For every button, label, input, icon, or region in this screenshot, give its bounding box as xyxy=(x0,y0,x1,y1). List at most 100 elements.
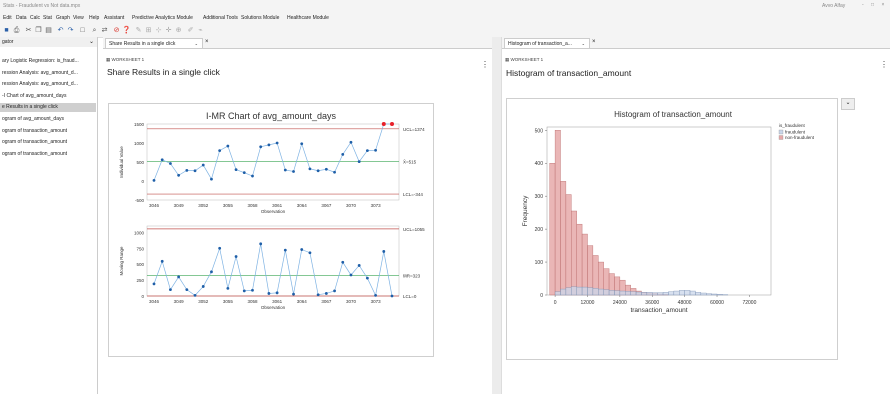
menu-predictive-analytics[interactable]: Predictive Analytics Module xyxy=(132,15,193,21)
mr-chart-x-axis-label: Observation xyxy=(261,305,286,310)
mr-chart-data-point xyxy=(259,242,263,246)
worksheet-label-text: WORKSHEET 1 xyxy=(510,57,544,62)
tab-share-results[interactable]: Share Results in a single click ⌄ xyxy=(105,38,203,48)
i-chart-data-point xyxy=(259,145,263,149)
edit-annotation-icon[interactable]: ✐ xyxy=(186,26,195,35)
menu-view[interactable]: View xyxy=(73,15,84,21)
mr-chart-x-tick-label: 3073 xyxy=(371,299,382,304)
mr-chart-data-point xyxy=(152,282,156,286)
histogram-card[interactable]: Histogram of transaction_amount 0 100 200 3… xyxy=(506,98,838,360)
paste-icon[interactable]: ▤ xyxy=(44,26,53,35)
tab-strip: Share Results in a single click ⌄ × xyxy=(103,37,492,49)
chevron-down-icon[interactable]: ⌄ xyxy=(89,38,94,45)
cut-icon[interactable]: ✂ xyxy=(24,26,33,35)
i-chart-data-point xyxy=(349,140,353,144)
imr-chart-card[interactable]: I-MR Chart of avg_amount_days 1500 1000 50… xyxy=(108,103,434,357)
histogram-bar-fraudulent xyxy=(603,289,610,296)
histogram-bar-non-fraudulent xyxy=(581,233,588,296)
menu-data[interactable]: Data xyxy=(16,15,27,21)
i-chart-data-point xyxy=(324,167,328,171)
navigator-item[interactable]: -I Chart of avg_amount_days xyxy=(0,92,96,101)
mr-chart-data-point xyxy=(382,250,386,253)
i-chart-x-tick-label: 3070 xyxy=(346,203,357,208)
histogram-bar-fraudulent xyxy=(560,288,567,296)
worksheet-label-text: WORKSHEET 1 xyxy=(111,57,145,62)
copy-icon[interactable]: ❐ xyxy=(34,26,43,35)
navigator-item[interactable]: ogram of transaction_amount xyxy=(0,150,96,159)
navigator-item[interactable]: ogram of avg_amount_days xyxy=(0,115,96,124)
mr-chart-y-tick-label: 500 xyxy=(136,262,144,267)
i-chart-data-point xyxy=(193,169,197,173)
chevron-down-icon[interactable]: ⌄ xyxy=(582,39,585,48)
brush-icon[interactable]: ✎ xyxy=(134,26,143,35)
brush-select-icon[interactable]: ⊹ xyxy=(154,26,163,35)
navigator-item[interactable]: ogram of transaction_amount xyxy=(0,138,96,147)
y-tick-label: 0 xyxy=(540,293,543,299)
undo-icon[interactable]: ↶ xyxy=(56,26,65,35)
histogram-bar-non-fraudulent xyxy=(549,163,556,296)
menu-edit[interactable]: Edit xyxy=(3,15,12,21)
navigator-item-selected[interactable]: e Results in a single click xyxy=(0,103,96,112)
menu-additional-tools[interactable]: Additional Tools xyxy=(203,15,238,21)
navigator-item[interactable]: ogram of transaction_amount xyxy=(0,127,96,136)
x-tick-label: 24000 xyxy=(613,300,627,306)
tab-histogram[interactable]: Histogram of transaction_a... ⌄ xyxy=(504,38,590,48)
expand-button[interactable]: ⌄ xyxy=(841,98,855,110)
x-tick-label: 36000 xyxy=(645,300,659,306)
mr-chart-x-tick-label: 3064 xyxy=(297,299,308,304)
user-name[interactable]: Avvo Alfay xyxy=(822,3,845,9)
save-icon[interactable]: ■ xyxy=(2,26,11,35)
pane-splitter[interactable] xyxy=(492,37,501,394)
stop-icon[interactable]: ⊘ xyxy=(112,26,121,35)
legend-title: is_fraudulent xyxy=(779,123,806,128)
menu-stat[interactable]: Stat xyxy=(43,15,52,21)
i-chart-data-point xyxy=(169,162,172,165)
window-controls[interactable]: - □ × xyxy=(862,2,887,8)
tab-strip: Histogram of transaction_a... ⌄ × xyxy=(502,37,890,49)
zoom-icon[interactable]: ⊕ xyxy=(174,26,183,35)
more-options-icon[interactable]: ⋮ xyxy=(481,60,489,69)
crosshair-icon[interactable]: ✛ xyxy=(164,26,173,35)
graph-edit-icon[interactable]: ⊞ xyxy=(144,26,153,35)
menu-assistant[interactable]: Assistant xyxy=(104,15,124,21)
window-icon[interactable]: □ xyxy=(78,26,87,35)
navigator-item[interactable]: ression Analysis: avg_amount_d... xyxy=(0,80,96,89)
tab-label: Share Results in a single click xyxy=(109,41,176,47)
x-tick-label: 12000 xyxy=(581,300,595,306)
histogram-bar-fraudulent xyxy=(581,286,588,296)
menu-help[interactable]: Help xyxy=(89,15,99,21)
mr-chart-ucl-label: UCL=1055 xyxy=(403,227,425,232)
navigator-item[interactable]: ression Analysis: avg_amount_d... xyxy=(0,69,96,78)
print-icon[interactable]: ⎙ xyxy=(12,26,21,35)
toolbar: ■ ⎙ ✂ ❐ ▤ ↶ ↷ □ ⌕ ⇄ ⊘ ❓ ✎ ⊞ ⊹ ✛ ⊕ ✐ ⌁ xyxy=(0,24,890,38)
window-title: Stats - Fraudulent vs Not data.mpx xyxy=(3,3,81,9)
menu-calc[interactable]: Calc xyxy=(30,15,40,21)
chevron-down-icon[interactable]: ⌄ xyxy=(195,39,198,48)
close-icon[interactable]: × xyxy=(205,39,209,45)
menu-healthcare-module[interactable]: Healthcare Module xyxy=(287,15,329,21)
navigator-item[interactable]: ary Logistic Regression: is_fraud... xyxy=(0,57,96,66)
output-pane-left: Share Results in a single click ⌄ × ▦ WO… xyxy=(103,37,492,394)
mr-chart-x-tick-label: 3067 xyxy=(321,299,332,304)
histogram-bar-non-fraudulent xyxy=(560,181,567,296)
menu-graph[interactable]: Graph xyxy=(56,15,70,21)
mr-chart-y-tick-label: 750 xyxy=(136,246,144,251)
close-icon[interactable]: × xyxy=(592,39,596,45)
mr-chart-x-tick-label: 3046 xyxy=(149,299,160,304)
replace-icon[interactable]: ⇄ xyxy=(100,26,109,35)
find-icon[interactable]: ⌕ xyxy=(90,26,99,35)
histogram-bar-fraudulent xyxy=(598,288,604,296)
more-options-icon[interactable]: ⋮ xyxy=(880,60,888,69)
i-chart-y-tick-label: 0 xyxy=(141,179,144,184)
histogram-bar-fraudulent xyxy=(630,291,637,296)
menu-solutions-module[interactable]: Solutions Module xyxy=(241,15,279,21)
histogram-bar-fraudulent xyxy=(716,294,723,296)
help-icon[interactable]: ❓ xyxy=(122,26,131,35)
redo-icon[interactable]: ↷ xyxy=(66,26,75,35)
histogram-bar-fraudulent xyxy=(711,293,718,296)
mr-chart-data-point xyxy=(390,294,394,298)
i-chart-data-point xyxy=(218,149,222,152)
i-chart-data-point xyxy=(374,148,377,152)
y-tick-label: 500 xyxy=(535,128,544,134)
link-icon[interactable]: ⌁ xyxy=(196,26,205,35)
